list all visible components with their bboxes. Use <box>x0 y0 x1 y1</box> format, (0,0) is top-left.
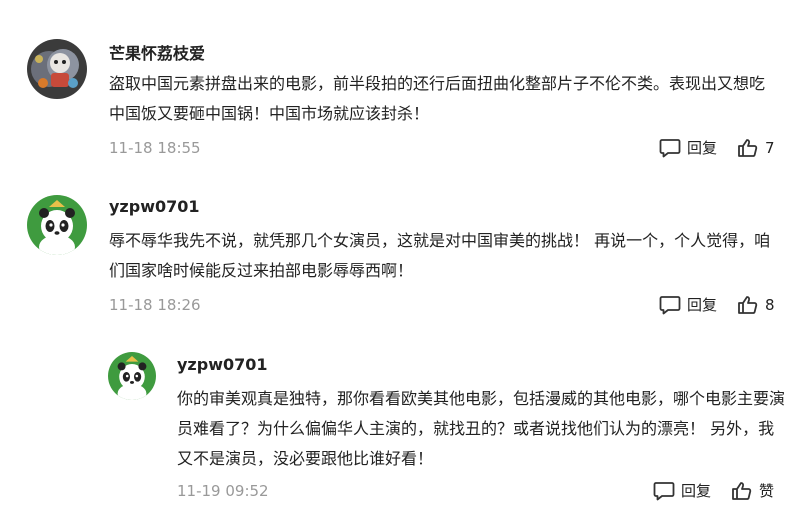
comment-list: 芒果怀荔枝爱 盗取中国元素拼盘出来的电影，前半段拍的还行后面扭曲化整部片子不伦不… <box>0 0 812 510</box>
comment-actions: 回复 8 <box>659 294 775 315</box>
thumbs-up-icon <box>738 138 758 157</box>
reply-label: 回复 <box>681 482 712 500</box>
username[interactable]: yzpw0701 <box>177 355 268 374</box>
username[interactable]: 芒果怀荔枝爱 <box>109 40 205 64</box>
thumbs-up-icon <box>732 481 752 500</box>
timestamp: 11-18 18:26 <box>109 296 201 314</box>
like-button[interactable]: 赞 <box>731 480 774 501</box>
avatar[interactable] <box>27 195 87 255</box>
reply-text: 你的审美观真是独特，那你看看欧美其他电影，包括漫威的其他电影，哪个电影主要演员难… <box>177 389 786 468</box>
comment-text: 辱不辱华我先不说，就凭那几个女演员，这就是对中国审美的挑战！ 再说一个，个人觉得… <box>109 231 771 280</box>
like-button[interactable]: 7 <box>737 138 775 158</box>
reply-button[interactable]: 回复 <box>653 480 711 501</box>
like-button[interactable]: 8 <box>737 295 775 315</box>
reply-label: 回复 <box>687 296 718 314</box>
avatar[interactable] <box>27 39 87 99</box>
like-label: 赞 <box>759 482 775 500</box>
reply-button[interactable]: 回复 <box>659 137 717 158</box>
reply-actions: 回复 赞 <box>653 480 774 501</box>
reply-label: 回复 <box>687 139 718 157</box>
reply-button[interactable]: 回复 <box>659 294 717 315</box>
thumbs-up-icon <box>738 295 758 314</box>
username[interactable]: yzpw0701 <box>109 197 200 216</box>
comment-icon <box>653 481 675 500</box>
comment-actions: 回复 7 <box>659 137 775 158</box>
comment-icon <box>659 138 681 157</box>
comment-icon <box>659 295 681 314</box>
comment-text: 盗取中国元素拼盘出来的电影，前半段拍的还行后面扭曲化整部片子不伦不类。表现出又想… <box>109 74 766 123</box>
timestamp: 11-18 18:55 <box>109 139 201 157</box>
avatar[interactable] <box>108 352 156 400</box>
like-count: 8 <box>765 295 775 314</box>
like-count: 7 <box>765 138 775 157</box>
timestamp: 11-19 09:52 <box>177 482 269 500</box>
